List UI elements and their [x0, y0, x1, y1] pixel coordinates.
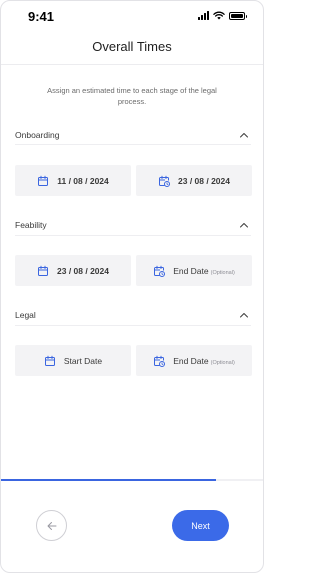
calendar-icon — [38, 175, 49, 186]
end-date-placeholder: End Date (Optional) — [173, 265, 235, 276]
calendar-icon — [44, 355, 55, 366]
start-date-field-onboarding[interactable]: 11 / 08 / 2024 — [15, 165, 131, 196]
status-icons — [198, 11, 247, 20]
section-divider — [15, 325, 251, 326]
chevron-up-icon[interactable] — [239, 221, 249, 229]
section-label: Feability — [15, 220, 47, 230]
end-date-field-legal[interactable]: End Date (Optional) — [136, 345, 252, 376]
end-date-value: 23 / 08 / 2024 — [178, 175, 230, 186]
progress-bar — [1, 479, 263, 481]
calendar-clock-icon — [154, 265, 166, 277]
signal-icon — [198, 11, 209, 20]
calendar-clock-icon — [159, 175, 170, 187]
start-date-placeholder: Start Date — [63, 355, 103, 366]
section-divider — [15, 144, 251, 145]
wifi-icon — [213, 11, 225, 20]
end-date-field-onboarding[interactable]: 23 / 08 / 2024 — [136, 165, 252, 196]
intro-text: Assign an estimated time to each stage o… — [47, 86, 217, 106]
section-header-onboarding[interactable]: Onboarding — [15, 130, 251, 142]
battery-icon — [229, 11, 247, 20]
end-date-field-feability[interactable]: End Date (Optional) — [136, 255, 252, 286]
start-date-field-feability[interactable]: 23 / 08 / 2024 — [15, 255, 131, 286]
phone-screen: 9:41 Overall Times Assign an estimated t… — [0, 0, 264, 573]
status-bar: 9:41 — [1, 1, 263, 31]
progress-fill — [1, 479, 216, 481]
calendar-icon — [38, 265, 48, 276]
status-time: 9:41 — [28, 9, 55, 24]
optional-hint: (Optional) — [210, 269, 235, 276]
chevron-up-icon[interactable] — [239, 131, 249, 139]
header-divider — [1, 64, 263, 65]
end-date-placeholder: End Date (Optional) — [173, 355, 235, 366]
arrow-left-icon — [47, 521, 56, 530]
section-label: Legal — [15, 310, 36, 320]
section-divider — [15, 235, 251, 236]
start-date-value: 11 / 08 / 2024 — [57, 175, 109, 186]
optional-hint: (Optional) — [210, 359, 235, 366]
section-label: Onboarding — [15, 130, 60, 140]
start-date-value: 23 / 08 / 2024 — [57, 265, 109, 276]
back-button[interactable] — [36, 510, 67, 541]
calendar-clock-icon — [154, 355, 166, 367]
start-date-field-legal[interactable]: Start Date — [15, 345, 131, 376]
page-title: Overall Times — [92, 39, 172, 54]
next-button[interactable]: Next — [172, 510, 229, 541]
section-header-legal[interactable]: Legal — [15, 310, 251, 322]
chevron-up-icon[interactable] — [239, 311, 249, 319]
section-header-feability[interactable]: Feability — [15, 220, 251, 232]
